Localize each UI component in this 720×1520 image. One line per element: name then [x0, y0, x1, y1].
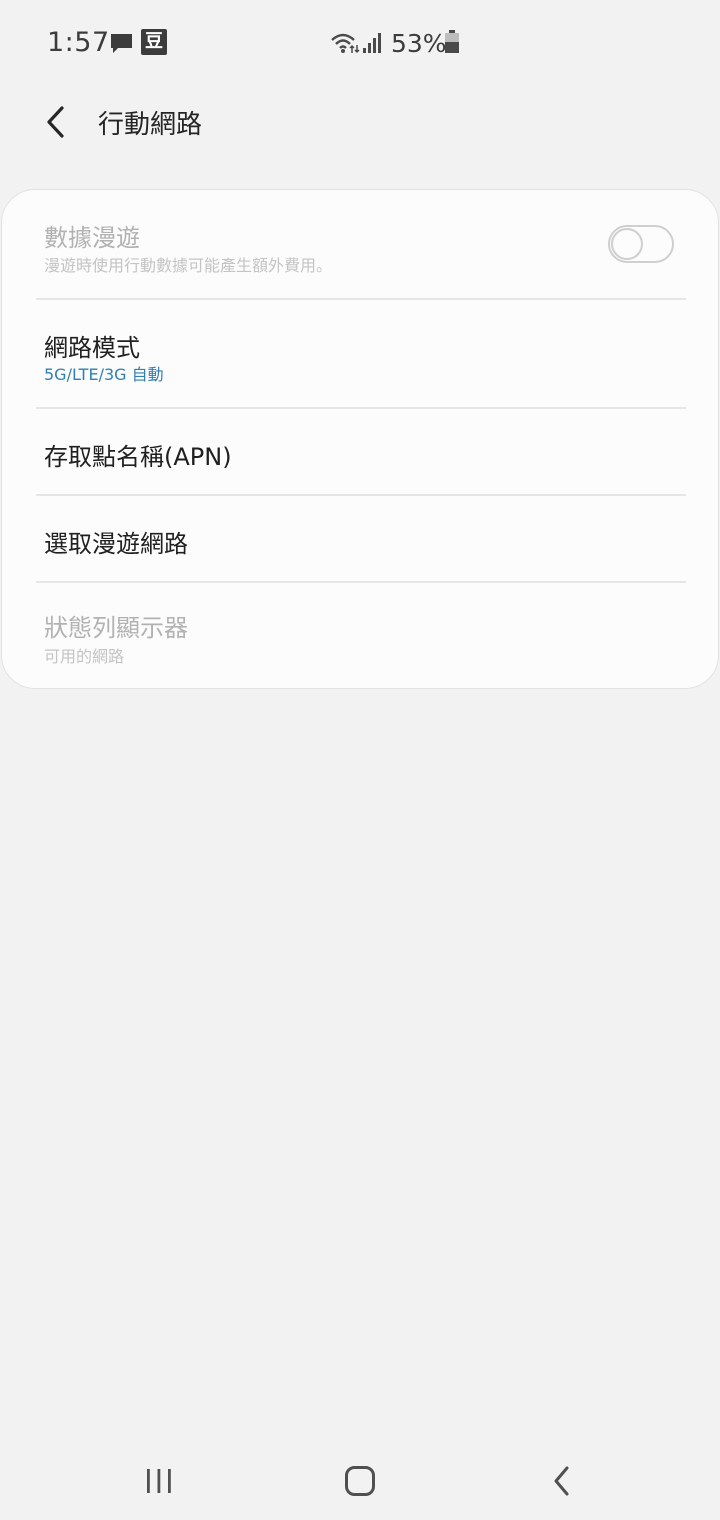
nav-back-button[interactable] [527, 1456, 597, 1506]
recents-icon [147, 1469, 171, 1493]
dou-app-glyph: 豆 [145, 31, 163, 52]
back-button[interactable] [28, 94, 84, 150]
status-time: 1:57 [47, 27, 110, 58]
status-bar-indicator-title: 狀態列顯示器 [44, 614, 188, 642]
data-roaming-toggle[interactable] [608, 225, 674, 263]
home-icon [345, 1466, 375, 1496]
roaming-network-title: 選取漫遊網路 [44, 530, 188, 558]
signal-icon [363, 33, 381, 53]
navigation-bar [0, 1440, 720, 1520]
page-title: 行動網路 [98, 110, 203, 140]
data-roaming-title: 數據漫遊 [44, 224, 140, 252]
battery-percent: 53% [391, 29, 447, 58]
battery-icon [445, 30, 459, 53]
recents-button[interactable] [124, 1456, 194, 1506]
wifi-icon [331, 33, 360, 54]
chevron-left-icon [47, 106, 64, 138]
back-icon [554, 1466, 569, 1496]
apn-row[interactable]: 存取點名稱(APN) [2, 409, 718, 495]
status-bar: 1:57 豆 53% [0, 0, 720, 86]
network-mode-title: 網路模式 [44, 334, 140, 362]
roaming-network-row[interactable]: 選取漫遊網路 [2, 496, 718, 581]
toggle-knob [611, 228, 643, 260]
network-mode-value: 5G/LTE/3G 自動 [44, 365, 164, 384]
data-roaming-subtitle: 漫遊時使用行動數據可能產生額外費用。 [44, 256, 333, 275]
app-bar: 行動網路 [0, 86, 720, 156]
status-bar-indicator-row: 狀態列顯示器 可用的網路 [2, 583, 718, 688]
apn-title: 存取點名稱(APN) [44, 443, 232, 471]
network-mode-row[interactable]: 網路模式 5G/LTE/3G 自動 [2, 300, 718, 407]
data-roaming-row: 數據漫遊 漫遊時使用行動數據可能產生額外費用。 [2, 190, 718, 298]
settings-card: 數據漫遊 漫遊時使用行動數據可能產生額外費用。 網路模式 5G/LTE/3G 自… [1, 189, 719, 689]
status-bar-indicator-subtitle: 可用的網路 [44, 647, 125, 666]
home-button[interactable] [325, 1456, 395, 1506]
message-icon [111, 34, 132, 53]
